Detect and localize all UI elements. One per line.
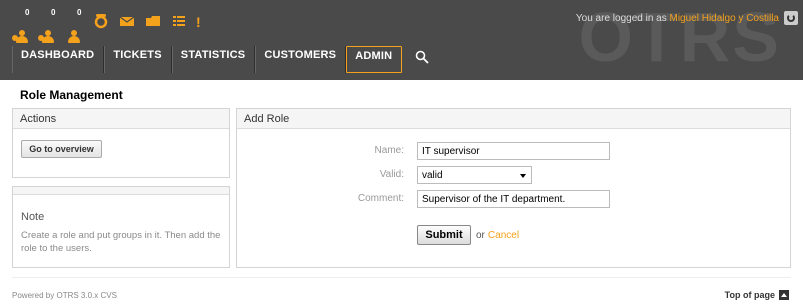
footer-divider [12, 277, 791, 278]
note-panel: Note Create a role and put groups in it.… [12, 186, 230, 268]
phone-ticket-icon[interactable] [92, 12, 112, 32]
cancel-link[interactable]: Cancel [488, 230, 519, 241]
locked-tickets-reminder-icon[interactable]: 0 [38, 8, 60, 43]
main-navigation: DASHBOARD TICKETS STATISTICS CUSTOMERS A… [12, 46, 442, 73]
comment-row: Comment: Supervisor of the IT department… [237, 190, 792, 210]
status-view-icon[interactable] [170, 12, 190, 32]
locked-new-count: 0 [25, 8, 30, 17]
locked-tickets-new-icon[interactable]: 0 [12, 8, 34, 43]
note-header-strip [13, 187, 229, 195]
add-role-header: Add Role [237, 109, 790, 129]
chevron-down-icon [520, 174, 526, 178]
name-label: Name: [374, 145, 404, 156]
nav-customers[interactable]: CUSTOMERS [255, 46, 347, 73]
actions-panel: Actions Go to overview [12, 108, 230, 178]
valid-select-value: valid [422, 170, 443, 181]
email-ticket-icon[interactable] [118, 12, 138, 32]
nav-tickets[interactable]: TICKETS [104, 46, 172, 73]
valid-row: Valid: valid [237, 166, 792, 186]
go-to-overview-button[interactable]: Go to overview [21, 140, 102, 158]
login-prefix: You are logged in as [575, 13, 670, 24]
comment-label: Comment: [357, 193, 404, 204]
page-title: Role Management [20, 88, 123, 102]
nav-admin[interactable]: ADMIN [346, 46, 403, 73]
nav-statistics[interactable]: STATISTICS [171, 46, 256, 73]
logged-in-user-link[interactable]: Miguel Hidalgo y Costilla [670, 13, 780, 24]
submit-button[interactable]: Submit [417, 225, 471, 245]
name-input[interactable]: IT supervisor [417, 142, 610, 160]
powered-by-text: Powered by OTRS 3.0.x CVS [12, 291, 117, 300]
search-icon[interactable] [402, 46, 442, 73]
header-bar: OTRS 0 0 0 ! You are logged in as Miguel… [0, 0, 803, 80]
valid-select[interactable]: valid [417, 166, 532, 184]
actions-header: Actions [13, 109, 229, 129]
locked-tickets-all-icon[interactable]: 0 [66, 8, 86, 43]
queue-view-icon[interactable] [144, 12, 164, 32]
logout-icon[interactable] [784, 11, 798, 25]
note-text: Create a role and put groups in it. Then… [21, 230, 221, 254]
comment-input[interactable]: Supervisor of the IT department. [417, 190, 610, 208]
top-of-page-link[interactable]: Top of page [725, 290, 789, 300]
submit-row: Submit or Cancel [417, 225, 519, 245]
or-text: or [476, 229, 485, 241]
locked-reminder-count: 0 [51, 8, 56, 17]
name-row: Name: IT supervisor [237, 142, 792, 162]
top-of-page-label: Top of page [724, 290, 775, 300]
add-role-panel: Add Role Name: IT supervisor Valid: vali… [236, 108, 791, 268]
note-title: Note [21, 211, 45, 223]
nav-dashboard[interactable]: DASHBOARD [12, 46, 105, 73]
locked-all-count: 0 [77, 8, 82, 17]
valid-label: Valid: [379, 169, 404, 180]
arrow-up-icon [779, 290, 789, 300]
toolbar: 0 0 0 ! [12, 8, 216, 43]
escalation-view-icon[interactable]: ! [196, 12, 216, 32]
login-info: You are logged in as Miguel Hidalgo y Co… [576, 13, 779, 24]
